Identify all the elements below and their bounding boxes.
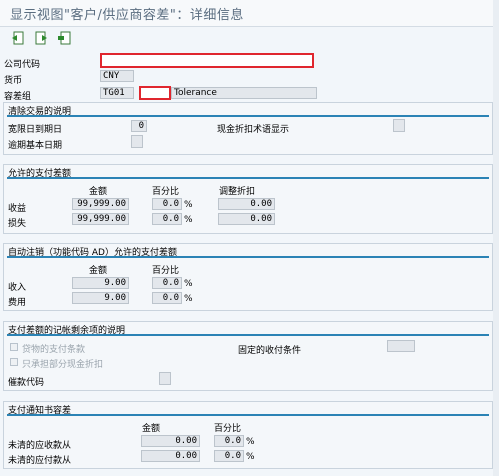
percent-sign: % — [184, 215, 193, 225]
company-code-field[interactable] — [100, 53, 314, 68]
open-receivables-amount-field[interactable]: 0.00 — [141, 435, 200, 447]
income-percent-field[interactable]: 0.0 — [152, 277, 182, 289]
revenue-percent-field[interactable]: 0.0 — [152, 198, 182, 210]
residual-items-section: 支付差额的记帐剩余项的说明 贷物的支付条款 固定的收付条件 只承担部分现金折扣 … — [3, 321, 493, 391]
vertical-scrollbar[interactable] — [493, 0, 499, 476]
partial-cash-disc-label: 只承担部分现金折扣 — [22, 360, 104, 370]
dunning-key-label: 催款代码 — [8, 378, 45, 388]
row-income-label: 收入 — [8, 283, 27, 293]
section-divider — [7, 414, 489, 416]
revenue-adjust-field[interactable]: 0.00 — [218, 198, 275, 210]
currency-label: 货币 — [4, 76, 23, 86]
company-code-label: 公司代码 — [4, 60, 41, 70]
section-divider — [7, 115, 489, 117]
expense-percent-field[interactable]: 0.0 — [152, 292, 182, 304]
row-revenue-label: 收益 — [8, 204, 27, 214]
partial-cash-disc-checkbox[interactable] — [10, 358, 18, 366]
col-percent-header: 百分比 — [152, 187, 180, 197]
payment-advice-section: 支付通知书容差 金额 百分比 未清的应收款从 0.00 0.0 % 未清的应付款… — [3, 401, 493, 469]
percent-sign: % — [184, 279, 193, 289]
arrears-base-checkbox[interactable] — [131, 135, 143, 148]
cash-disc-terms-label: 现金折扣术语显示 — [217, 125, 290, 135]
grace-days-label: 宽限日到期日 — [8, 125, 63, 135]
title-bar: 显示视图"客户/供应商容差"：详细信息 — [0, 0, 499, 27]
row-loss-label: 损失 — [8, 219, 27, 229]
clearing-section: 清除交易的说明 宽限日到期日 0 现金折扣术语显示 逾期基本日期 — [3, 102, 493, 155]
dunning-key-field[interactable] — [159, 372, 171, 385]
section-divider — [7, 334, 489, 336]
col-percent-header: 百分比 — [214, 424, 242, 434]
col-amount-header: 金额 — [89, 266, 108, 276]
expense-amount-field[interactable]: 9.00 — [72, 292, 129, 304]
col-adjust-header: 调整折扣 — [219, 187, 256, 197]
open-payables-percent-field[interactable]: 0.0 — [214, 450, 244, 462]
percent-sign: % — [246, 437, 255, 447]
toolbar — [0, 27, 499, 49]
percent-sign: % — [246, 452, 255, 462]
income-amount-field[interactable]: 9.00 — [72, 277, 129, 289]
currency-field[interactable]: CNY — [100, 70, 134, 82]
next-entry-icon[interactable] — [33, 30, 49, 46]
open-payables-amount-field[interactable]: 0.00 — [141, 450, 200, 462]
loss-adjust-field[interactable]: 0.00 — [218, 213, 275, 225]
fixed-terms-field[interactable] — [387, 340, 415, 352]
col-percent-header: 百分比 — [152, 266, 180, 276]
permitted-diff-section: 允许的支付差额 金额 百分比 调整折扣 收益 99,999.00 0.0 % 0… — [3, 164, 493, 234]
open-receivables-percent-field[interactable]: 0.0 — [214, 435, 244, 447]
open-payables-label: 未清的应付款从 — [8, 456, 72, 466]
percent-sign: % — [184, 200, 193, 210]
select-icon[interactable] — [56, 30, 72, 46]
row-expense-label: 费用 — [8, 298, 27, 308]
loss-amount-field[interactable]: 99,999.00 — [72, 213, 129, 225]
goods-payment-terms-label: 贷物的支付条款 — [22, 345, 86, 355]
loss-percent-field[interactable]: 0.0 — [152, 213, 182, 225]
section-divider — [7, 256, 489, 258]
open-receivables-label: 未清的应收款从 — [8, 441, 72, 451]
cash-disc-terms-checkbox[interactable] — [393, 119, 405, 132]
tolerance-group-label: 容差组 — [4, 92, 32, 102]
col-amount-header: 金额 — [89, 187, 108, 197]
grace-days-field[interactable]: 0 — [131, 120, 147, 132]
fixed-terms-label: 固定的收付条件 — [238, 346, 302, 356]
page-title: 显示视图"客户/供应商容差"：详细信息 — [10, 8, 244, 23]
percent-sign: % — [184, 294, 193, 304]
revenue-amount-field[interactable]: 99,999.00 — [72, 198, 129, 210]
auto-writeoff-section: 自动注销（功能代码 AD）允许的支付差额 金额 百分比 收入 9.00 0.0 … — [3, 243, 493, 311]
arrears-base-label: 逾期基本日期 — [8, 141, 63, 151]
prev-entry-icon[interactable] — [10, 30, 26, 46]
tolerance-code-field[interactable] — [139, 86, 171, 100]
section-divider — [7, 177, 489, 179]
tolerance-desc-field: Tolerance — [171, 87, 317, 99]
tolerance-group-field[interactable]: TG01 — [100, 87, 134, 99]
goods-payment-terms-checkbox[interactable] — [10, 343, 18, 351]
col-amount-header: 金额 — [142, 424, 161, 434]
